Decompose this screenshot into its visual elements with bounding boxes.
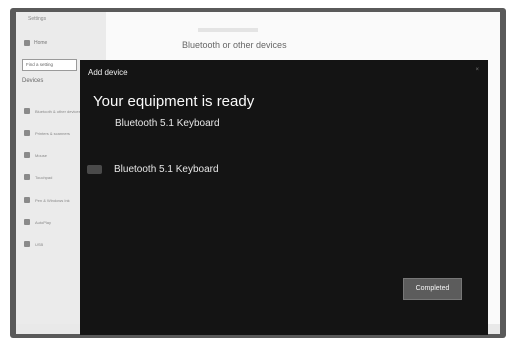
header-placeholder xyxy=(198,28,258,32)
sidebar-item-label: Bluetooth & other devices xyxy=(35,108,81,114)
sidebar-item-label: AutoPlay xyxy=(35,219,52,225)
device-row: Bluetooth 5.1 Keyboard xyxy=(87,164,219,175)
sidebar-item-label: Pen & Windows Ink xyxy=(35,197,70,203)
autoplay-icon xyxy=(24,219,30,225)
sidebar-item-usb[interactable]: USB xyxy=(24,241,43,247)
sidebar-item-touchpad[interactable]: Touchpad xyxy=(24,174,52,180)
sidebar-item-home[interactable]: Home xyxy=(24,40,47,46)
page-heading: Bluetooth or other devices xyxy=(182,40,287,50)
mouse-icon xyxy=(24,152,30,158)
sidebar-item-autoplay[interactable]: AutoPlay xyxy=(24,219,51,225)
sidebar-item-label: Mouse xyxy=(35,152,48,158)
sidebar-item-printers[interactable]: Printers & scanners xyxy=(24,130,70,136)
sidebar-item-label: Touchpad xyxy=(35,174,53,180)
keyboard-icon xyxy=(87,165,102,174)
touchpad-icon xyxy=(24,174,30,180)
app-title: Settings xyxy=(28,16,47,22)
printer-icon xyxy=(24,130,30,136)
sidebar-item-label: USB xyxy=(35,241,44,247)
usb-icon xyxy=(24,241,30,247)
pen-icon xyxy=(24,197,30,203)
close-icon[interactable]: × xyxy=(475,67,479,73)
dialog-title: Add device xyxy=(88,68,128,77)
sidebar-item-label: Printers & scanners xyxy=(35,130,70,136)
home-icon xyxy=(24,40,30,46)
section-label: Devices xyxy=(22,78,44,84)
bluetooth-icon xyxy=(24,108,30,114)
completed-button[interactable]: Completed xyxy=(403,278,462,300)
sidebar-item-bluetooth[interactable]: Bluetooth & other devices xyxy=(24,108,81,114)
sidebar-item-pen[interactable]: Pen & Windows Ink xyxy=(24,197,70,203)
device-subtitle: Bluetooth 5.1 Keyboard xyxy=(115,118,220,129)
add-device-dialog: Add device × Your equipment is ready Blu… xyxy=(80,60,488,335)
sidebar-item-label: Home xyxy=(34,40,48,46)
sidebar-item-mouse[interactable]: Mouse xyxy=(24,152,47,158)
device-name: Bluetooth 5.1 Keyboard xyxy=(114,164,219,175)
ready-heading: Your equipment is ready xyxy=(93,93,255,110)
search-input[interactable]: Find a setting xyxy=(22,59,77,71)
